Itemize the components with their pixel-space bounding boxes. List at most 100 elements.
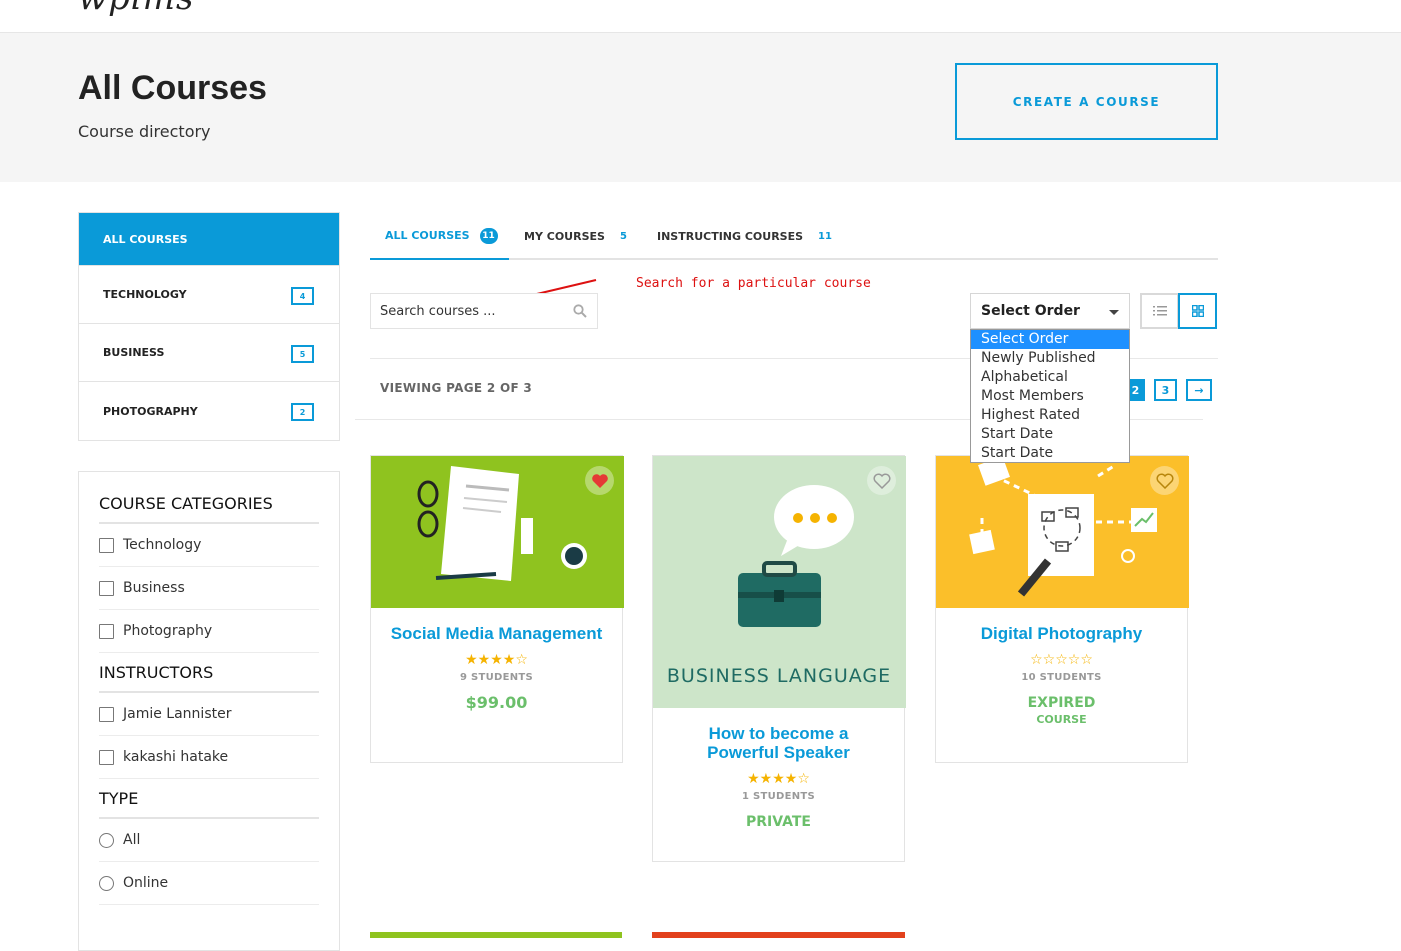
checkbox[interactable] [99,537,114,553]
course-image[interactable] [371,456,624,608]
sidebar-item-label: PHOTOGRAPHY [103,404,198,418]
order-dropdown[interactable]: Select Order Newly Published Alphabetica… [970,329,1130,463]
rating-stars-icon: ★★★★☆ [747,771,810,787]
chevron-down-icon [1109,310,1119,315]
checkbox[interactable] [99,749,114,765]
filter-instructor-kakashi[interactable]: kakashi hatake [99,736,319,779]
sidebar-item-photography[interactable]: PHOTOGRAPHY 2 [79,382,339,440]
course-card-peek [370,932,622,938]
radio[interactable] [99,832,114,848]
course-image[interactable]: BUSINESS LANGUAGE [653,456,906,708]
sidebar-item-count: 2 [291,403,314,421]
course-illustration: BUSINESS LANGUAGE [667,485,891,687]
create-course-button[interactable]: CREATE A COURSE [955,63,1218,140]
order-option[interactable]: Highest Rated [971,406,1129,425]
heart-outline-icon [1156,473,1173,489]
tab-count: 11 [479,227,498,244]
order-option[interactable]: Most Members [971,387,1129,406]
course-image[interactable] [936,456,1189,608]
grid-view-button[interactable] [1178,293,1217,329]
heart-icon [591,473,608,488]
tab-count: 5 [619,231,627,242]
filter-category-technology[interactable]: Technology [99,524,319,567]
checkbox[interactable] [99,706,114,722]
filter-label: Jamie Lannister [123,706,232,722]
course-title[interactable]: Social Media Management [371,608,622,643]
order-option[interactable]: Start Date [971,444,1129,463]
rating-stars-icon: ★★★★☆ [465,652,528,668]
checkbox[interactable] [99,580,114,596]
checkbox[interactable] [99,623,114,639]
sidebar-item-all-courses[interactable]: ALL COURSES [79,213,339,266]
course-card-peek [652,932,905,938]
tab-my-courses[interactable]: MY COURSES 5 [524,213,627,260]
instructors-heading: INSTRUCTORS [99,653,319,693]
course-categories-heading: COURSE CATEGORIES [99,472,319,524]
favorite-button[interactable] [585,466,614,495]
filter-instructor-jamie[interactable]: Jamie Lannister [99,693,319,736]
filter-panel: COURSE CATEGORIES Technology Business Ph… [78,471,340,951]
course-card: Social Media Management ★★★★☆ 9 STUDENTS… [370,455,624,763]
course-title[interactable]: Digital Photography [936,608,1187,643]
favorite-button[interactable] [1150,466,1179,495]
list-view-button[interactable] [1140,293,1179,329]
course-tabs: ALL COURSES 11 MY COURSES 5 INSTRUCTING … [370,213,1218,260]
order-option[interactable]: Start Date [971,425,1129,444]
filter-label: Online [123,875,169,891]
sidebar-item-business[interactable]: BUSINESS 5 [79,324,339,382]
heart-outline-icon [873,473,890,489]
sidebar-item-count: 4 [291,287,314,305]
order-option[interactable]: Alphabetical [971,368,1129,387]
filter-label: Business [123,580,185,596]
order-select[interactable]: Select Order [970,293,1130,329]
filter-category-photography[interactable]: Photography [99,610,319,653]
category-sidebar: ALL COURSES TECHNOLOGY 4 BUSINESS 5 PHOT… [78,212,340,441]
students-count: 9 STUDENTS [459,672,534,683]
sidebar-item-label: BUSINESS [103,346,165,359]
order-option[interactable]: Select Order [971,330,1129,349]
type-heading: TYPE [99,779,319,819]
course-status: EXPIRED [1027,695,1096,711]
course-status: PRIVATE [746,814,811,830]
tab-instructing-courses[interactable]: INSTRUCTING COURSES 11 [657,213,832,260]
search-input[interactable] [380,303,570,319]
filter-label: Photography [123,623,213,639]
page-subtitle: Course directory [78,122,211,141]
search-icon[interactable] [573,304,587,318]
filter-category-business[interactable]: Business [99,567,319,610]
course-search[interactable] [370,293,598,329]
course-card: Digital Photography ☆☆☆☆☆ 10 STUDENTS EX… [935,455,1189,763]
filter-label: Technology [123,537,202,553]
filter-label: All [123,832,141,848]
page-title: All Courses [78,69,267,107]
order-selected-value: Select Order [981,303,1080,319]
tab-all-courses[interactable]: ALL COURSES 11 [370,213,509,260]
page-info: VIEWING PAGE 2 OF 3 [380,381,533,395]
course-price: $99.00 [465,693,528,712]
course-status-sub: COURSE [1036,713,1087,726]
course-title[interactable]: How to become a Powerful Speaker [653,708,904,762]
list-icon [1152,306,1167,316]
search-annotation: Search for a particular course [636,276,871,291]
order-option[interactable]: Newly Published [971,349,1129,368]
sidebar-item-technology[interactable]: TECHNOLOGY 4 [79,266,339,324]
grid-icon [1191,305,1204,317]
radio[interactable] [99,875,114,891]
next-page-button[interactable]: → [1186,379,1212,401]
site-logo[interactable]: wplms [78,0,194,18]
filter-type-all[interactable]: All [99,819,319,862]
students-count: 10 STUDENTS [1021,672,1102,683]
image-text: BUSINESS LANGUAGE [667,665,891,687]
top-header: wplms [0,0,1401,33]
filter-label: kakashi hatake [123,749,229,765]
sidebar-item-label: ALL COURSES [103,232,188,246]
page-3-button[interactable]: 3 [1154,379,1177,401]
tab-count: 11 [818,231,832,242]
sidebar-item-label: TECHNOLOGY [103,288,187,301]
rating-stars-icon: ☆☆☆☆☆ [1030,652,1093,668]
filter-type-online[interactable]: Online [99,862,319,905]
tab-label: MY COURSES [524,230,605,243]
sidebar-item-count: 5 [291,345,314,363]
favorite-button[interactable] [867,466,896,495]
tab-label: ALL COURSES [385,229,470,242]
